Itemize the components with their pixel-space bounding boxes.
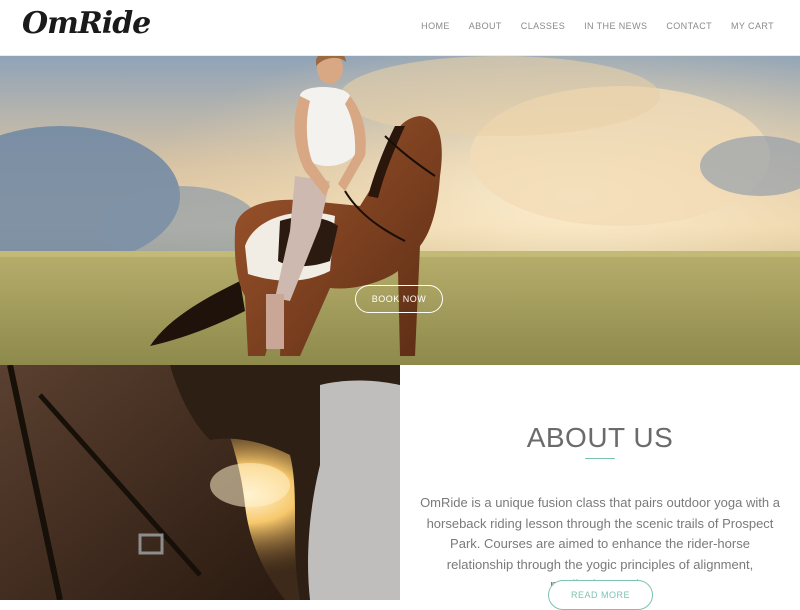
- nav-contact[interactable]: CONTACT: [666, 21, 712, 31]
- site-logo[interactable]: OmRide: [22, 6, 151, 41]
- nav-classes[interactable]: CLASSES: [521, 21, 565, 31]
- about-section: ABOUT US OmRide is a unique fusion class…: [400, 365, 800, 610]
- book-now-button[interactable]: BOOK NOW: [355, 285, 443, 313]
- nav-home[interactable]: HOME: [421, 21, 450, 31]
- hero-image: [0, 56, 800, 365]
- main-nav: HOME ABOUT CLASSES IN THE NEWS CONTACT M…: [421, 21, 774, 31]
- hero-banner: BOOK NOW: [0, 56, 800, 365]
- horse-closeup-svg: [0, 365, 400, 600]
- about-divider: [585, 458, 615, 459]
- nav-in-the-news[interactable]: IN THE NEWS: [584, 21, 647, 31]
- nav-my-cart[interactable]: MY CART: [731, 21, 774, 31]
- horse-closeup-image: [0, 365, 400, 600]
- site-header: OmRide HOME ABOUT CLASSES IN THE NEWS CO…: [0, 0, 800, 56]
- nav-about[interactable]: ABOUT: [469, 21, 502, 31]
- read-more-button[interactable]: READ MORE: [548, 580, 653, 610]
- about-title: ABOUT US: [526, 422, 674, 454]
